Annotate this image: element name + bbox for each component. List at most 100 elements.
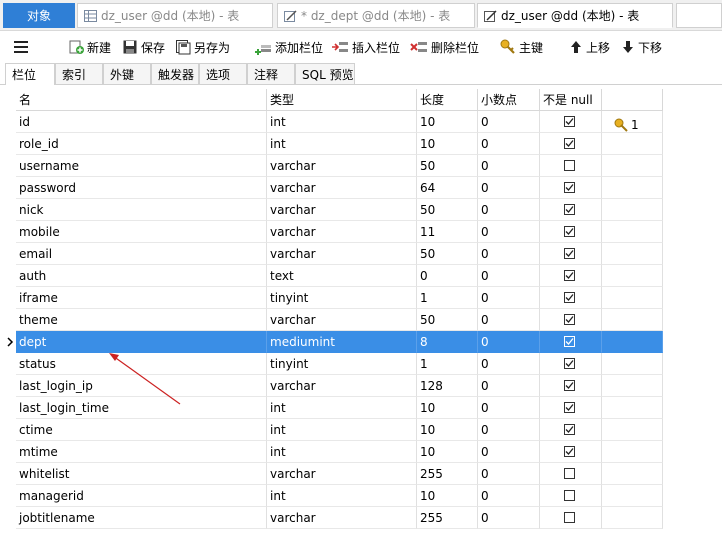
field-decimals-cell[interactable]: 0: [478, 419, 540, 441]
field-name-cell[interactable]: status: [16, 353, 267, 375]
field-type-cell[interactable]: mediumint: [267, 331, 417, 353]
field-name-cell[interactable]: ctime: [16, 419, 267, 441]
field-type-cell[interactable]: int: [267, 441, 417, 463]
field-type-cell[interactable]: text: [267, 265, 417, 287]
field-name-cell[interactable]: whitelist: [16, 463, 267, 485]
key-cell[interactable]: [602, 375, 663, 397]
not-null-checkbox[interactable]: [564, 314, 575, 325]
field-name-cell[interactable]: last_login_time: [16, 397, 267, 419]
field-decimals-cell[interactable]: 0: [478, 265, 540, 287]
field-type-cell[interactable]: varchar: [267, 177, 417, 199]
field-type-cell[interactable]: varchar: [267, 463, 417, 485]
field-type-cell[interactable]: int: [267, 111, 417, 133]
add-column-button[interactable]: 添加栏位: [254, 36, 323, 58]
subtab-foreign-keys[interactable]: 外键: [103, 63, 151, 84]
field-name-cell[interactable]: theme: [16, 309, 267, 331]
field-type-cell[interactable]: varchar: [267, 309, 417, 331]
delete-column-button[interactable]: 删除栏位: [410, 36, 479, 58]
field-name-cell[interactable]: mobile: [16, 221, 267, 243]
row-indicator[interactable]: [0, 199, 16, 221]
save-as-button[interactable]: 另存为: [175, 36, 230, 58]
not-null-checkbox[interactable]: [564, 512, 575, 523]
header-name[interactable]: 名: [16, 89, 267, 111]
key-cell[interactable]: [602, 221, 663, 243]
field-name-cell[interactable]: auth: [16, 265, 267, 287]
field-decimals-cell[interactable]: 0: [478, 199, 540, 221]
table-row[interactable]: last_login_time int 10 0: [0, 397, 663, 419]
row-indicator[interactable]: [0, 309, 16, 331]
key-cell[interactable]: [602, 397, 663, 419]
field-length-cell[interactable]: 8: [417, 331, 478, 353]
field-decimals-cell[interactable]: 0: [478, 111, 540, 133]
table-row[interactable]: dept mediumint 8 0: [0, 331, 663, 353]
key-cell[interactable]: 1: [602, 111, 663, 133]
field-name-cell[interactable]: username: [16, 155, 267, 177]
field-type-cell[interactable]: int: [267, 419, 417, 441]
row-indicator[interactable]: [0, 419, 16, 441]
field-length-cell[interactable]: 0: [417, 265, 478, 287]
subtab-options[interactable]: 选项: [199, 63, 247, 84]
not-null-checkbox[interactable]: [564, 446, 575, 457]
tab-dz-user-active[interactable]: dz_user @dd (本地) - 表: [477, 3, 673, 28]
menu-button[interactable]: [14, 37, 34, 57]
subtab-triggers[interactable]: 触发器: [151, 63, 199, 84]
field-type-cell[interactable]: varchar: [267, 155, 417, 177]
table-row[interactable]: last_login_ip varchar 128 0: [0, 375, 663, 397]
field-decimals-cell[interactable]: 0: [478, 375, 540, 397]
field-length-cell[interactable]: 50: [417, 155, 478, 177]
field-type-cell[interactable]: int: [267, 133, 417, 155]
table-row[interactable]: theme varchar 50 0: [0, 309, 663, 331]
not-null-checkbox[interactable]: [564, 182, 575, 193]
row-indicator[interactable]: [0, 221, 16, 243]
field-type-cell[interactable]: int: [267, 485, 417, 507]
field-length-cell[interactable]: 255: [417, 507, 478, 529]
field-name-cell[interactable]: mtime: [16, 441, 267, 463]
row-indicator[interactable]: [0, 375, 16, 397]
field-length-cell[interactable]: 255: [417, 463, 478, 485]
row-indicator[interactable]: [0, 133, 16, 155]
field-length-cell[interactable]: 50: [417, 199, 478, 221]
field-decimals-cell[interactable]: 0: [478, 485, 540, 507]
not-null-checkbox[interactable]: [564, 358, 575, 369]
field-decimals-cell[interactable]: 0: [478, 221, 540, 243]
move-down-button[interactable]: 下移: [621, 36, 662, 58]
save-button[interactable]: 保存: [122, 36, 165, 58]
row-indicator[interactable]: [0, 265, 16, 287]
field-decimals-cell[interactable]: 0: [478, 353, 540, 375]
field-name-cell[interactable]: dept: [16, 331, 267, 353]
not-null-checkbox[interactable]: [564, 160, 575, 171]
table-row[interactable]: whitelist varchar 255 0: [0, 463, 663, 485]
row-indicator[interactable]: [0, 441, 16, 463]
row-indicator[interactable]: [0, 111, 16, 133]
key-cell[interactable]: [602, 463, 663, 485]
not-null-checkbox[interactable]: [564, 468, 575, 479]
table-row[interactable]: mtime int 10 0: [0, 441, 663, 463]
field-length-cell[interactable]: 128: [417, 375, 478, 397]
field-decimals-cell[interactable]: 0: [478, 155, 540, 177]
field-name-cell[interactable]: id: [16, 111, 267, 133]
field-type-cell[interactable]: int: [267, 397, 417, 419]
table-row[interactable]: id int 10 0 1: [0, 111, 663, 133]
table-row[interactable]: auth text 0 0: [0, 265, 663, 287]
not-null-checkbox[interactable]: [564, 380, 575, 391]
not-null-checkbox[interactable]: [564, 402, 575, 413]
row-indicator[interactable]: [0, 353, 16, 375]
field-decimals-cell[interactable]: 0: [478, 133, 540, 155]
row-indicator[interactable]: [0, 331, 16, 353]
not-null-checkbox[interactable]: [564, 424, 575, 435]
table-row[interactable]: mobile varchar 11 0: [0, 221, 663, 243]
table-row[interactable]: email varchar 50 0: [0, 243, 663, 265]
field-decimals-cell[interactable]: 0: [478, 397, 540, 419]
field-decimals-cell[interactable]: 0: [478, 441, 540, 463]
not-null-checkbox[interactable]: [564, 226, 575, 237]
row-indicator[interactable]: [0, 243, 16, 265]
table-row[interactable]: nick varchar 50 0: [0, 199, 663, 221]
field-name-cell[interactable]: role_id: [16, 133, 267, 155]
key-cell[interactable]: [602, 287, 663, 309]
not-null-checkbox[interactable]: [564, 270, 575, 281]
not-null-checkbox[interactable]: [564, 292, 575, 303]
field-length-cell[interactable]: 11: [417, 221, 478, 243]
header-type[interactable]: 类型: [267, 89, 417, 111]
header-decimals[interactable]: 小数点: [478, 89, 540, 111]
key-cell[interactable]: [602, 419, 663, 441]
